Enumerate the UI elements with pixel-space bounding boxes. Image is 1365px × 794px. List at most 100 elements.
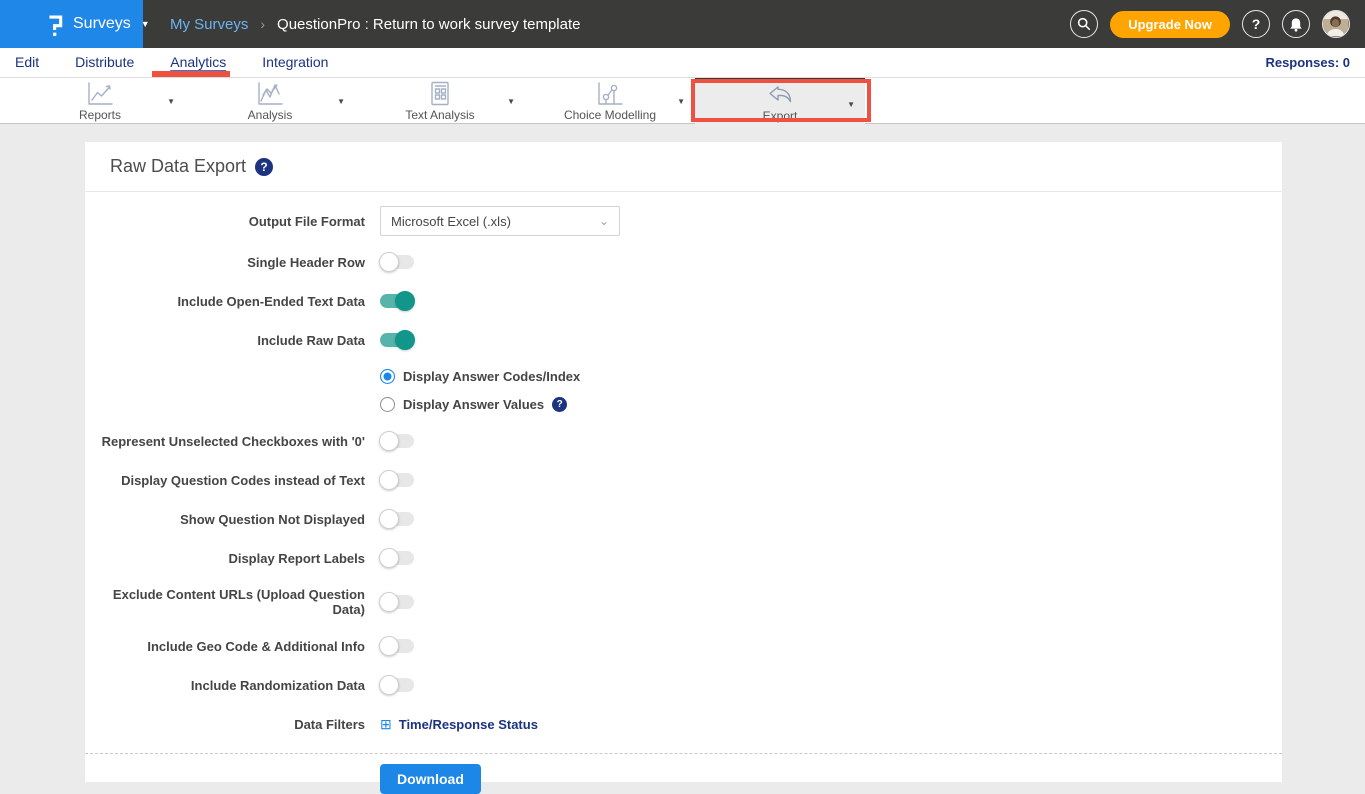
- toggle-knob: [379, 509, 399, 529]
- question-not-displayed-toggle[interactable]: [380, 512, 414, 526]
- toolbar-item-analysis[interactable]: Analysis ▼: [185, 78, 355, 124]
- radio-row-answer-values: Display Answer Values ?: [380, 397, 1282, 412]
- questionpro-logo-icon: [46, 11, 65, 37]
- field-label: Display Report Labels: [85, 551, 365, 566]
- randomization-data-toggle[interactable]: [380, 678, 414, 692]
- output-format-select[interactable]: Microsoft Excel (.xls) ⌄: [380, 206, 620, 236]
- tab-analytics[interactable]: Analytics: [170, 54, 226, 71]
- expand-plus-icon: ⊞: [380, 717, 392, 731]
- breadcrumb: My Surveys › QuestionPro : Return to wor…: [170, 16, 581, 33]
- panel-header: Raw Data Export ?: [85, 142, 1282, 192]
- breadcrumb-my-surveys[interactable]: My Surveys: [170, 16, 248, 33]
- toggle-knob: [379, 592, 399, 612]
- export-dropdown-caret[interactable]: ▼: [847, 100, 855, 109]
- line-chart-icon: [85, 81, 115, 107]
- field-label: Exclude Content URLs (Upload Question Da…: [85, 587, 365, 617]
- export-options-form: Output File Format Microsoft Excel (.xls…: [85, 192, 1282, 794]
- help-icon[interactable]: ?: [255, 158, 273, 176]
- field-label: Show Question Not Displayed: [85, 512, 365, 527]
- display-answer-values-radio[interactable]: [380, 397, 395, 412]
- field-label: Include Open-Ended Text Data: [85, 294, 365, 309]
- chevron-down-icon: ▼: [141, 19, 150, 29]
- toggle-knob: [395, 330, 415, 350]
- download-button[interactable]: Download: [380, 764, 481, 794]
- toolbar-item-label: Export: [763, 109, 798, 123]
- bell-icon: [1289, 17, 1303, 32]
- product-name: Surveys: [73, 15, 131, 33]
- responses-count: Responses: 0: [1265, 55, 1350, 70]
- single-header-row-toggle[interactable]: [380, 255, 414, 269]
- toolbar-item-text-analysis[interactable]: Text Analysis ▼: [355, 78, 525, 124]
- header-actions: Upgrade Now ?: [1070, 0, 1350, 48]
- radio-row-codes-index: Display Answer Codes/Index: [380, 369, 1282, 384]
- display-answer-codes-radio[interactable]: [380, 369, 395, 384]
- include-raw-data-toggle[interactable]: [380, 333, 414, 347]
- analysis-dropdown-caret[interactable]: ▼: [337, 97, 345, 106]
- toolbar-item-label: Text Analysis: [405, 108, 474, 122]
- main-content: Raw Data Export ? Output File Format Mic…: [0, 124, 1365, 793]
- single-header-row-row: Single Header Row: [85, 252, 1282, 272]
- survey-nav: Edit Distribute Analytics Integration Re…: [0, 48, 1365, 78]
- analytics-toolbar: Reports ▼ Analysis ▼ Text Analysis ▼: [0, 78, 1365, 124]
- raw-data-export-panel: Raw Data Export ? Output File Format Mic…: [85, 142, 1282, 782]
- question-codes-toggle[interactable]: [380, 473, 414, 487]
- export-arrow-icon: [765, 82, 795, 108]
- field-label: Include Geo Code & Additional Info: [85, 639, 365, 654]
- tab-edit[interactable]: Edit: [15, 54, 39, 71]
- toggle-knob: [395, 291, 415, 311]
- breadcrumb-survey-title: QuestionPro : Return to work survey temp…: [277, 16, 580, 33]
- unselected-checkboxes-toggle[interactable]: [380, 434, 414, 448]
- exclude-content-urls-row: Exclude Content URLs (Upload Question Da…: [85, 587, 1282, 617]
- field-label: Represent Unselected Checkboxes with '0': [85, 434, 365, 449]
- toggle-knob: [379, 470, 399, 490]
- geo-code-row: Include Geo Code & Additional Info: [85, 636, 1282, 656]
- product-switcher[interactable]: Surveys ▼: [0, 0, 143, 48]
- page-title: Raw Data Export: [110, 156, 246, 177]
- annotation-analytics-highlight: [152, 71, 230, 77]
- field-label: Include Raw Data: [85, 333, 365, 348]
- report-labels-row: Display Report Labels: [85, 548, 1282, 568]
- user-avatar[interactable]: [1322, 10, 1350, 38]
- field-label: Output File Format: [85, 214, 365, 229]
- scatter-chart-icon: [595, 81, 625, 107]
- toolbar-item-reports[interactable]: Reports ▼: [15, 78, 185, 124]
- top-header-bar: Surveys ▼ My Surveys › QuestionPro : Ret…: [0, 0, 1365, 48]
- choice-modelling-dropdown-caret[interactable]: ▼: [677, 97, 685, 106]
- data-filters-row: Data Filters ⊞ Time/Response Status: [85, 714, 1282, 734]
- tab-integration[interactable]: Integration: [262, 54, 328, 71]
- text-analysis-dropdown-caret[interactable]: ▼: [507, 97, 515, 106]
- document-grid-icon: [427, 81, 453, 107]
- reports-dropdown-caret[interactable]: ▼: [167, 97, 175, 106]
- toggle-knob: [379, 636, 399, 656]
- output-format-value: Microsoft Excel (.xls): [391, 214, 511, 229]
- toolbar-item-label: Reports: [79, 108, 121, 122]
- output-format-row: Output File Format Microsoft Excel (.xls…: [85, 206, 1282, 236]
- field-label: Data Filters: [85, 717, 365, 732]
- geo-code-toggle[interactable]: [380, 639, 414, 653]
- report-labels-toggle[interactable]: [380, 551, 414, 565]
- field-label: Single Header Row: [85, 255, 365, 270]
- breadcrumb-separator: ›: [260, 16, 265, 32]
- radio-label: Display Answer Values: [403, 397, 544, 412]
- analysis-chart-icon: [255, 81, 285, 107]
- help-icon[interactable]: ?: [552, 397, 567, 412]
- data-filters-link-label: Time/Response Status: [399, 717, 538, 732]
- search-button[interactable]: [1070, 10, 1098, 38]
- chevron-down-icon: ⌄: [599, 214, 609, 228]
- toolbar-item-label: Choice Modelling: [564, 108, 656, 122]
- open-ended-text-row: Include Open-Ended Text Data: [85, 291, 1282, 311]
- field-label: Display Question Codes instead of Text: [85, 473, 365, 488]
- exclude-content-urls-toggle[interactable]: [380, 595, 414, 609]
- toolbar-item-export[interactable]: Export ▼: [695, 78, 865, 124]
- notifications-button[interactable]: [1282, 10, 1310, 38]
- tab-distribute[interactable]: Distribute: [75, 54, 134, 71]
- toggle-knob: [379, 252, 399, 272]
- toolbar-item-choice-modelling[interactable]: Choice Modelling ▼: [525, 78, 695, 124]
- upgrade-now-button[interactable]: Upgrade Now: [1110, 11, 1230, 38]
- include-open-ended-toggle[interactable]: [380, 294, 414, 308]
- search-icon: [1077, 17, 1091, 31]
- help-button[interactable]: ?: [1242, 10, 1270, 38]
- include-raw-data-row: Include Raw Data: [85, 330, 1282, 350]
- time-response-status-link[interactable]: ⊞ Time/Response Status: [380, 717, 538, 732]
- toggle-knob: [379, 431, 399, 451]
